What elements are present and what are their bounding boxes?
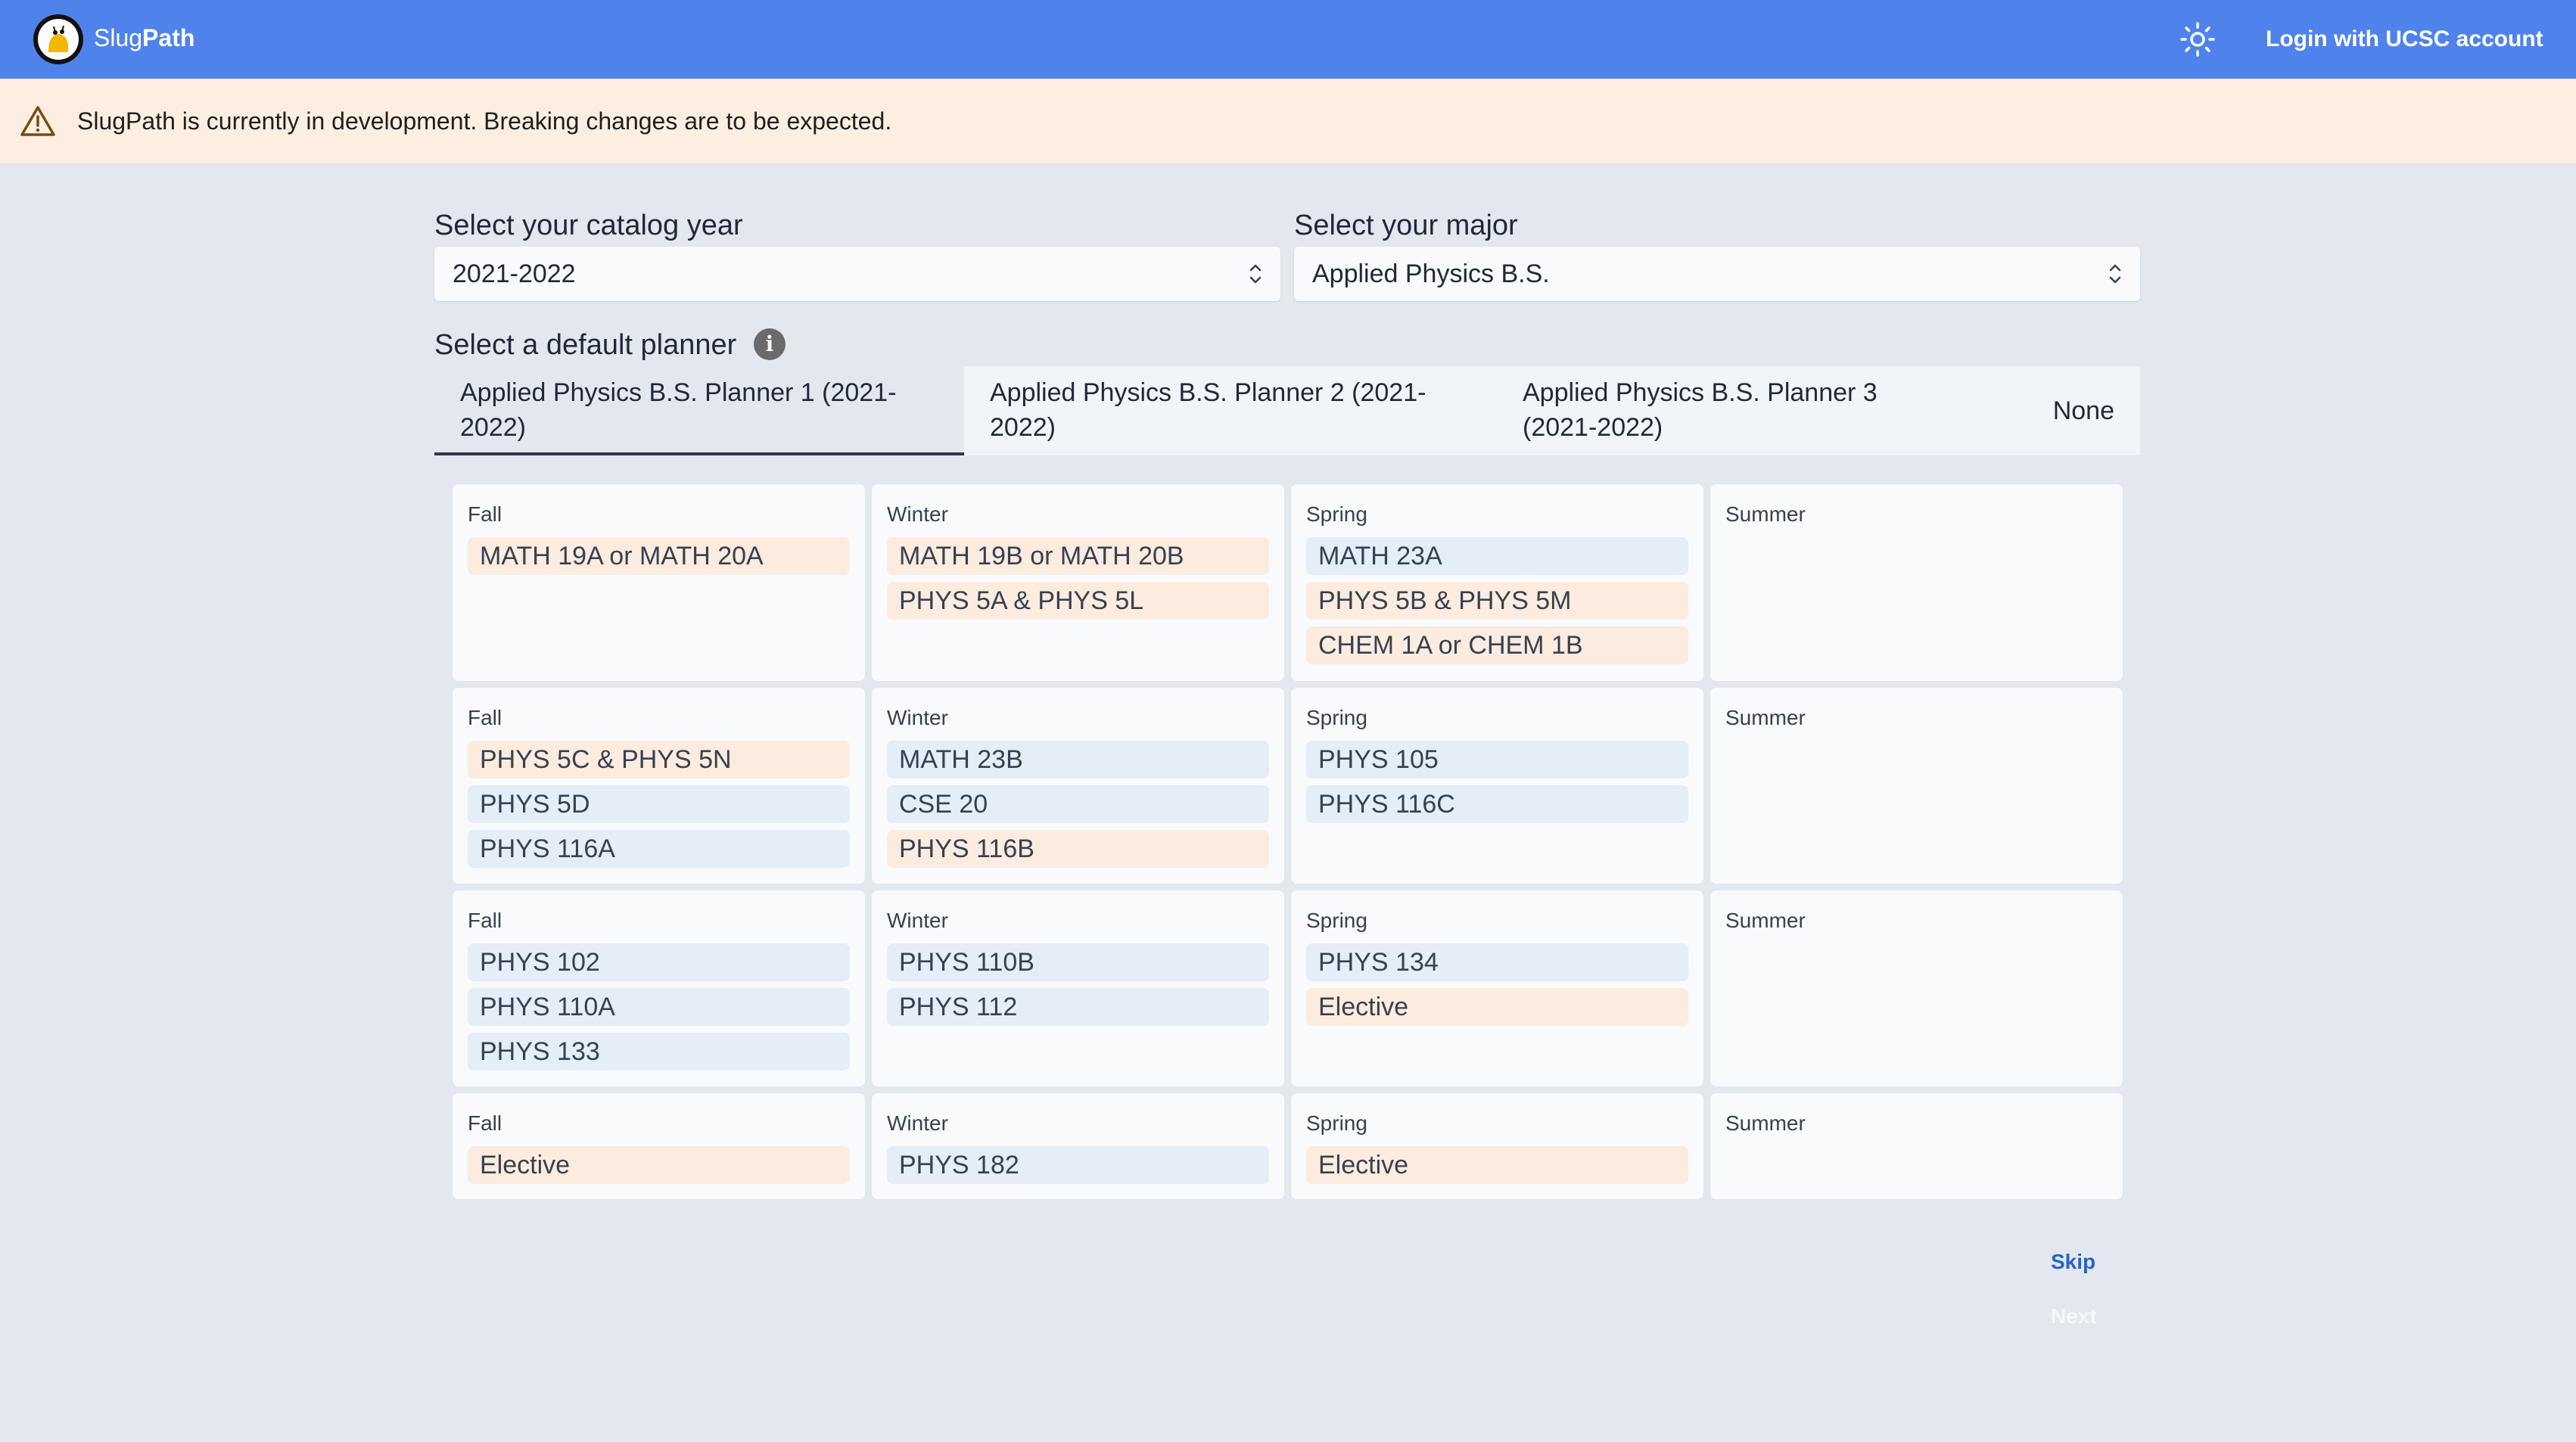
- course-chip[interactable]: PHYS 5B & PHYS 5M: [1306, 582, 1688, 620]
- course-chip[interactable]: PHYS 116C: [1306, 785, 1688, 823]
- major-label: Select your major: [1294, 210, 1518, 241]
- course-chip[interactable]: PHYS 110B: [887, 943, 1269, 981]
- quarter-cell[interactable]: Winter MATH 23B CSE 20 PHYS 116B: [872, 688, 1284, 884]
- quarter-cell[interactable]: Winter MATH 19B or MATH 20B PHYS 5A & PHYS…: [872, 484, 1284, 681]
- chevron-up-down-icon: [2109, 264, 2121, 284]
- tab-planner-3[interactable]: Applied Physics B.S. Planner 3 (2021-202…: [1497, 366, 1981, 455]
- course-chip[interactable]: MATH 23B: [887, 741, 1269, 778]
- course-chip[interactable]: MATH 19A or MATH 20A: [468, 537, 850, 575]
- warning-icon: [20, 106, 55, 136]
- course-chip[interactable]: MATH 23A: [1306, 537, 1688, 575]
- quarter-label: Summer: [1725, 502, 1806, 526]
- next-button[interactable]: Next: [2051, 1304, 2097, 1329]
- quarter-label: Winter: [887, 1111, 948, 1135]
- course-chip[interactable]: PHYS 5C & PHYS 5N: [468, 741, 850, 778]
- course-chip[interactable]: Elective: [1306, 988, 1688, 1026]
- login-button[interactable]: Login with UCSC account: [2248, 21, 2562, 57]
- course-chip[interactable]: PHYS 5A & PHYS 5L: [887, 582, 1269, 620]
- quarter-cell[interactable]: Summer: [1710, 688, 2123, 884]
- quarter-cell[interactable]: Summer: [1710, 890, 2123, 1086]
- planner-grid: Fall MATH 19A or MATH 20A Winter MATH 19B o…: [453, 484, 2123, 1199]
- tab-planner-2[interactable]: Applied Physics B.S. Planner 2 (2021-202…: [964, 366, 1497, 455]
- course-chip[interactable]: PHYS 134: [1306, 943, 1688, 981]
- quarter-cell[interactable]: Winter PHYS 110B PHYS 112: [872, 890, 1284, 1086]
- quarter-cell[interactable]: Spring PHYS 105 PHYS 116C: [1291, 688, 1703, 884]
- brand-name[interactable]: SlugPath: [94, 21, 194, 54]
- catalog-year-select[interactable]: 2021-2022: [434, 247, 1280, 301]
- brand-name-regular: Slug: [94, 24, 143, 51]
- course-chip[interactable]: PHYS 110A: [468, 988, 850, 1026]
- quarter-cell[interactable]: Spring Elective: [1291, 1093, 1703, 1199]
- quarter-label: Summer: [1725, 909, 1806, 932]
- default-planner-label: Select a default planner: [434, 329, 737, 361]
- quarter-label: Winter: [887, 706, 948, 729]
- quarter-label: Spring: [1306, 706, 1367, 729]
- banner-message: SlugPath is currently in development. Br…: [77, 107, 892, 135]
- catalog-year-label: Select your catalog year: [434, 210, 743, 241]
- quarter-label: Fall: [468, 909, 502, 932]
- course-chip[interactable]: PHYS 182: [887, 1146, 1269, 1184]
- development-warning-banner: SlugPath is currently in development. Br…: [0, 79, 2576, 163]
- quarter-cell[interactable]: Spring MATH 23A PHYS 5B & PHYS 5M CHEM 1A o…: [1291, 484, 1703, 681]
- major-select[interactable]: Applied Physics B.S.: [1294, 247, 2140, 301]
- course-chip[interactable]: CSE 20: [887, 785, 1269, 823]
- course-chip[interactable]: PHYS 116A: [468, 830, 850, 868]
- course-chip[interactable]: PHYS 102: [468, 943, 850, 981]
- quarter-cell[interactable]: Spring PHYS 134 Elective: [1291, 890, 1703, 1086]
- quarter-label: Spring: [1306, 502, 1367, 526]
- quarter-label: Spring: [1306, 909, 1367, 932]
- quarter-cell[interactable]: Fall Elective: [453, 1093, 865, 1199]
- top-nav-bar: SlugPath Login with UCSC account: [0, 0, 2576, 79]
- quarter-label: Winter: [887, 502, 948, 526]
- quarter-label: Fall: [468, 1111, 502, 1135]
- quarter-label: Spring: [1306, 1111, 1367, 1135]
- course-chip[interactable]: CHEM 1A or CHEM 1B: [1306, 626, 1688, 664]
- quarter-label: Winter: [887, 909, 948, 932]
- tab-none[interactable]: None: [1981, 366, 2140, 455]
- sun-icon: [2180, 22, 2215, 57]
- theme-toggle-button[interactable]: [2176, 20, 2219, 58]
- quarter-cell[interactable]: Fall PHYS 5C & PHYS 5N PHYS 5D PHYS 116A: [453, 688, 865, 884]
- quarter-cell[interactable]: Fall MATH 19A or MATH 20A: [453, 484, 865, 681]
- course-chip[interactable]: Elective: [1306, 1146, 1688, 1184]
- quarter-cell[interactable]: Winter PHYS 182: [872, 1093, 1284, 1199]
- tab-planner-1[interactable]: Applied Physics B.S. Planner 1 (2021-202…: [434, 366, 964, 455]
- planner-tabs: Applied Physics B.S. Planner 1 (2021-202…: [434, 366, 2140, 455]
- brand-name-bold: Path: [142, 24, 195, 51]
- quarter-cell[interactable]: Summer: [1710, 1093, 2123, 1199]
- info-icon[interactable]: i: [754, 328, 786, 360]
- quarter-label: Fall: [468, 502, 502, 526]
- quarter-cell[interactable]: Summer: [1710, 484, 2123, 681]
- skip-button[interactable]: Skip: [2051, 1250, 2095, 1274]
- quarter-label: Summer: [1725, 706, 1806, 729]
- quarter-label: Summer: [1725, 1111, 1806, 1135]
- quarter-label: Fall: [468, 706, 502, 729]
- course-chip[interactable]: PHYS 133: [468, 1033, 850, 1071]
- chevron-up-down-icon: [1249, 264, 1262, 284]
- course-chip[interactable]: MATH 19B or MATH 20B: [887, 537, 1269, 575]
- slug-logo-icon[interactable]: [32, 13, 85, 66]
- major-value: Applied Physics B.S.: [1312, 259, 1550, 288]
- quarter-cell[interactable]: Fall PHYS 102 PHYS 110A PHYS 133: [453, 890, 865, 1086]
- course-chip[interactable]: PHYS 5D: [468, 785, 850, 823]
- course-chip[interactable]: PHYS 112: [887, 988, 1269, 1026]
- course-chip[interactable]: PHYS 105: [1306, 741, 1688, 778]
- catalog-year-value: 2021-2022: [453, 259, 576, 288]
- course-chip[interactable]: Elective: [468, 1146, 850, 1184]
- course-chip[interactable]: PHYS 116B: [887, 830, 1269, 868]
